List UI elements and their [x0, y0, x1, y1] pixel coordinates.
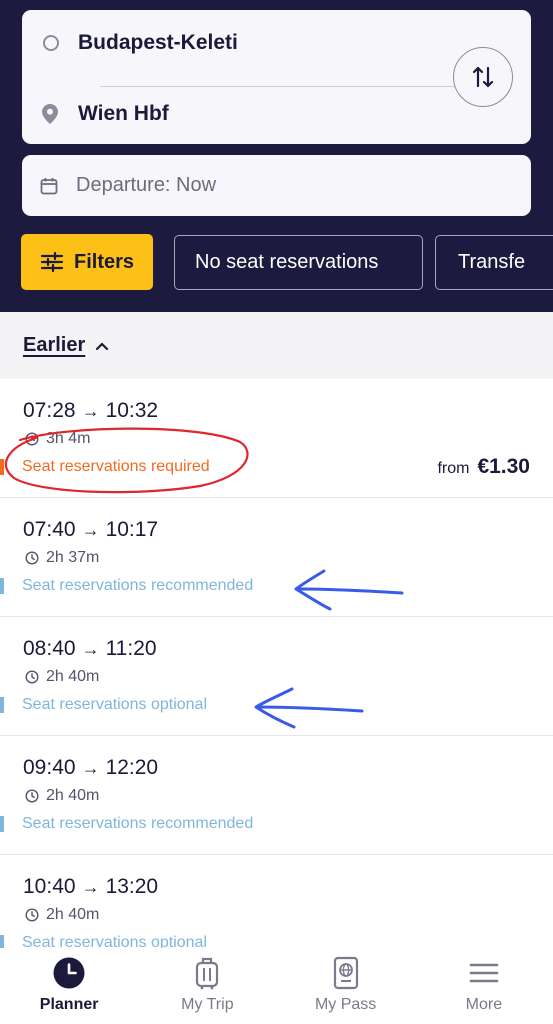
- chip-no-seat-reservations[interactable]: No seat reservations: [174, 235, 423, 290]
- swap-arrows-icon: [472, 66, 494, 88]
- search-header: Budapest-Keleti Wien Hbf Departure: Now …: [0, 0, 553, 312]
- trip-row[interactable]: 09:40 → 12:20 2h 40m Seat reservations r…: [0, 736, 553, 855]
- departure-time: 09:40: [23, 756, 76, 779]
- seat-level-marker: [0, 935, 4, 948]
- tab-planner[interactable]: Planner: [0, 948, 138, 1024]
- route-divider: [100, 86, 476, 87]
- filters-button[interactable]: Filters: [21, 234, 153, 290]
- duration-text: 2h 40m: [46, 787, 100, 804]
- trip-row[interactable]: 10:40 → 13:20 2h 40m Seat reservations o…: [0, 855, 553, 948]
- location-pin-icon: [42, 104, 58, 124]
- route-card: Budapest-Keleti Wien Hbf: [22, 10, 531, 144]
- clock-icon: [25, 432, 39, 446]
- trip-row[interactable]: 08:40 → 11:20 2h 40m Seat reservations o…: [0, 617, 553, 736]
- price-from-label: from: [437, 460, 470, 477]
- destination-field[interactable]: Wien Hbf: [22, 94, 442, 134]
- trip-times: 08:40 → 11:20: [23, 637, 157, 661]
- tab-my-pass[interactable]: My Pass: [277, 948, 415, 1024]
- duration-text: 2h 37m: [46, 549, 100, 566]
- trip-duration: 2h 40m: [25, 668, 99, 686]
- arrival-time: 12:20: [105, 756, 159, 779]
- menu-icon: [469, 956, 499, 990]
- trip-list: 07:28 → 10:32 3h 4m Seat reservations re…: [0, 379, 553, 948]
- earlier-button[interactable]: Earlier: [0, 312, 553, 379]
- price-value: €1.30: [477, 455, 530, 478]
- passport-icon: [333, 956, 359, 990]
- trip-row[interactable]: 07:28 → 10:32 3h 4m Seat reservations re…: [0, 379, 553, 498]
- duration-text: 2h 40m: [46, 668, 100, 685]
- arrival-time: 10:17: [105, 518, 159, 541]
- calendar-icon: [40, 177, 58, 194]
- seat-level-marker: [0, 578, 4, 594]
- origin-text: Budapest-Keleti: [78, 31, 238, 54]
- departure-time-field[interactable]: Departure: Now: [22, 155, 531, 216]
- luggage-icon: [194, 956, 220, 990]
- seat-reservation-note: Seat reservations optional: [22, 696, 207, 713]
- arrow-right-icon: →: [81, 400, 100, 421]
- filters-label: Filters: [73, 250, 135, 273]
- clock-icon: [25, 670, 39, 684]
- seat-level-marker: [0, 459, 4, 475]
- trip-times: 10:40 → 13:20: [23, 875, 158, 899]
- trip-times: 07:28 → 10:32: [23, 399, 158, 423]
- bottom-tab-bar: Planner My Trip My Pass More: [0, 948, 553, 1024]
- swap-stations-button[interactable]: [453, 47, 513, 107]
- clock-icon: [52, 956, 86, 990]
- origin-circle-icon: [43, 35, 59, 51]
- clock-icon: [25, 789, 39, 803]
- trip-duration: 2h 40m: [25, 787, 99, 805]
- arrow-right-icon: →: [81, 519, 100, 540]
- arrival-time: 10:32: [105, 399, 159, 422]
- seat-reservation-note: Seat reservations recommended: [22, 815, 254, 832]
- tab-label: My Trip: [181, 996, 234, 1013]
- clock-icon: [25, 908, 39, 922]
- arrow-right-icon: →: [81, 757, 100, 778]
- trip-row[interactable]: 07:40 → 10:17 2h 37m Seat reservations r…: [0, 498, 553, 617]
- seat-reservation-note: Seat reservations recommended: [22, 577, 254, 594]
- duration-text: 2h 40m: [46, 906, 100, 923]
- trip-price: from €1.30: [437, 455, 530, 479]
- trip-times: 09:40 → 12:20: [23, 756, 158, 780]
- departure-time: 10:40: [23, 875, 76, 898]
- chevron-up-icon: [96, 342, 109, 350]
- trip-times: 07:40 → 10:17: [23, 518, 158, 542]
- seat-reservation-note: Seat reservations required: [22, 458, 210, 475]
- tab-my-trip[interactable]: My Trip: [138, 948, 276, 1024]
- earlier-label: Earlier: [23, 334, 86, 356]
- duration-text: 3h 4m: [46, 430, 91, 447]
- trip-duration: 3h 4m: [25, 430, 90, 448]
- departure-time: 07:28: [23, 399, 76, 422]
- seat-reservation-note: Seat reservations optional: [22, 934, 207, 948]
- seat-level-marker: [0, 697, 4, 713]
- tab-label: More: [465, 996, 503, 1013]
- destination-text: Wien Hbf: [78, 102, 169, 125]
- trip-duration: 2h 40m: [25, 906, 99, 924]
- departure-time: 07:40: [23, 518, 76, 541]
- origin-field[interactable]: Budapest-Keleti: [22, 23, 442, 63]
- departure-text: Departure: Now: [76, 174, 217, 196]
- tab-label: My Pass: [314, 996, 377, 1013]
- tab-more[interactable]: More: [415, 948, 553, 1024]
- tab-label: Planner: [39, 996, 99, 1013]
- departure-time: 08:40: [23, 637, 76, 660]
- arrow-right-icon: →: [81, 638, 100, 659]
- clock-icon: [25, 551, 39, 565]
- chip-transfers[interactable]: Transfe: [435, 235, 553, 290]
- arrow-right-icon: →: [81, 876, 100, 897]
- sliders-icon: [40, 251, 64, 273]
- trip-duration: 2h 37m: [25, 549, 99, 567]
- seat-level-marker: [0, 816, 4, 832]
- arrival-time: 13:20: [105, 875, 159, 898]
- arrival-time: 11:20: [105, 637, 157, 660]
